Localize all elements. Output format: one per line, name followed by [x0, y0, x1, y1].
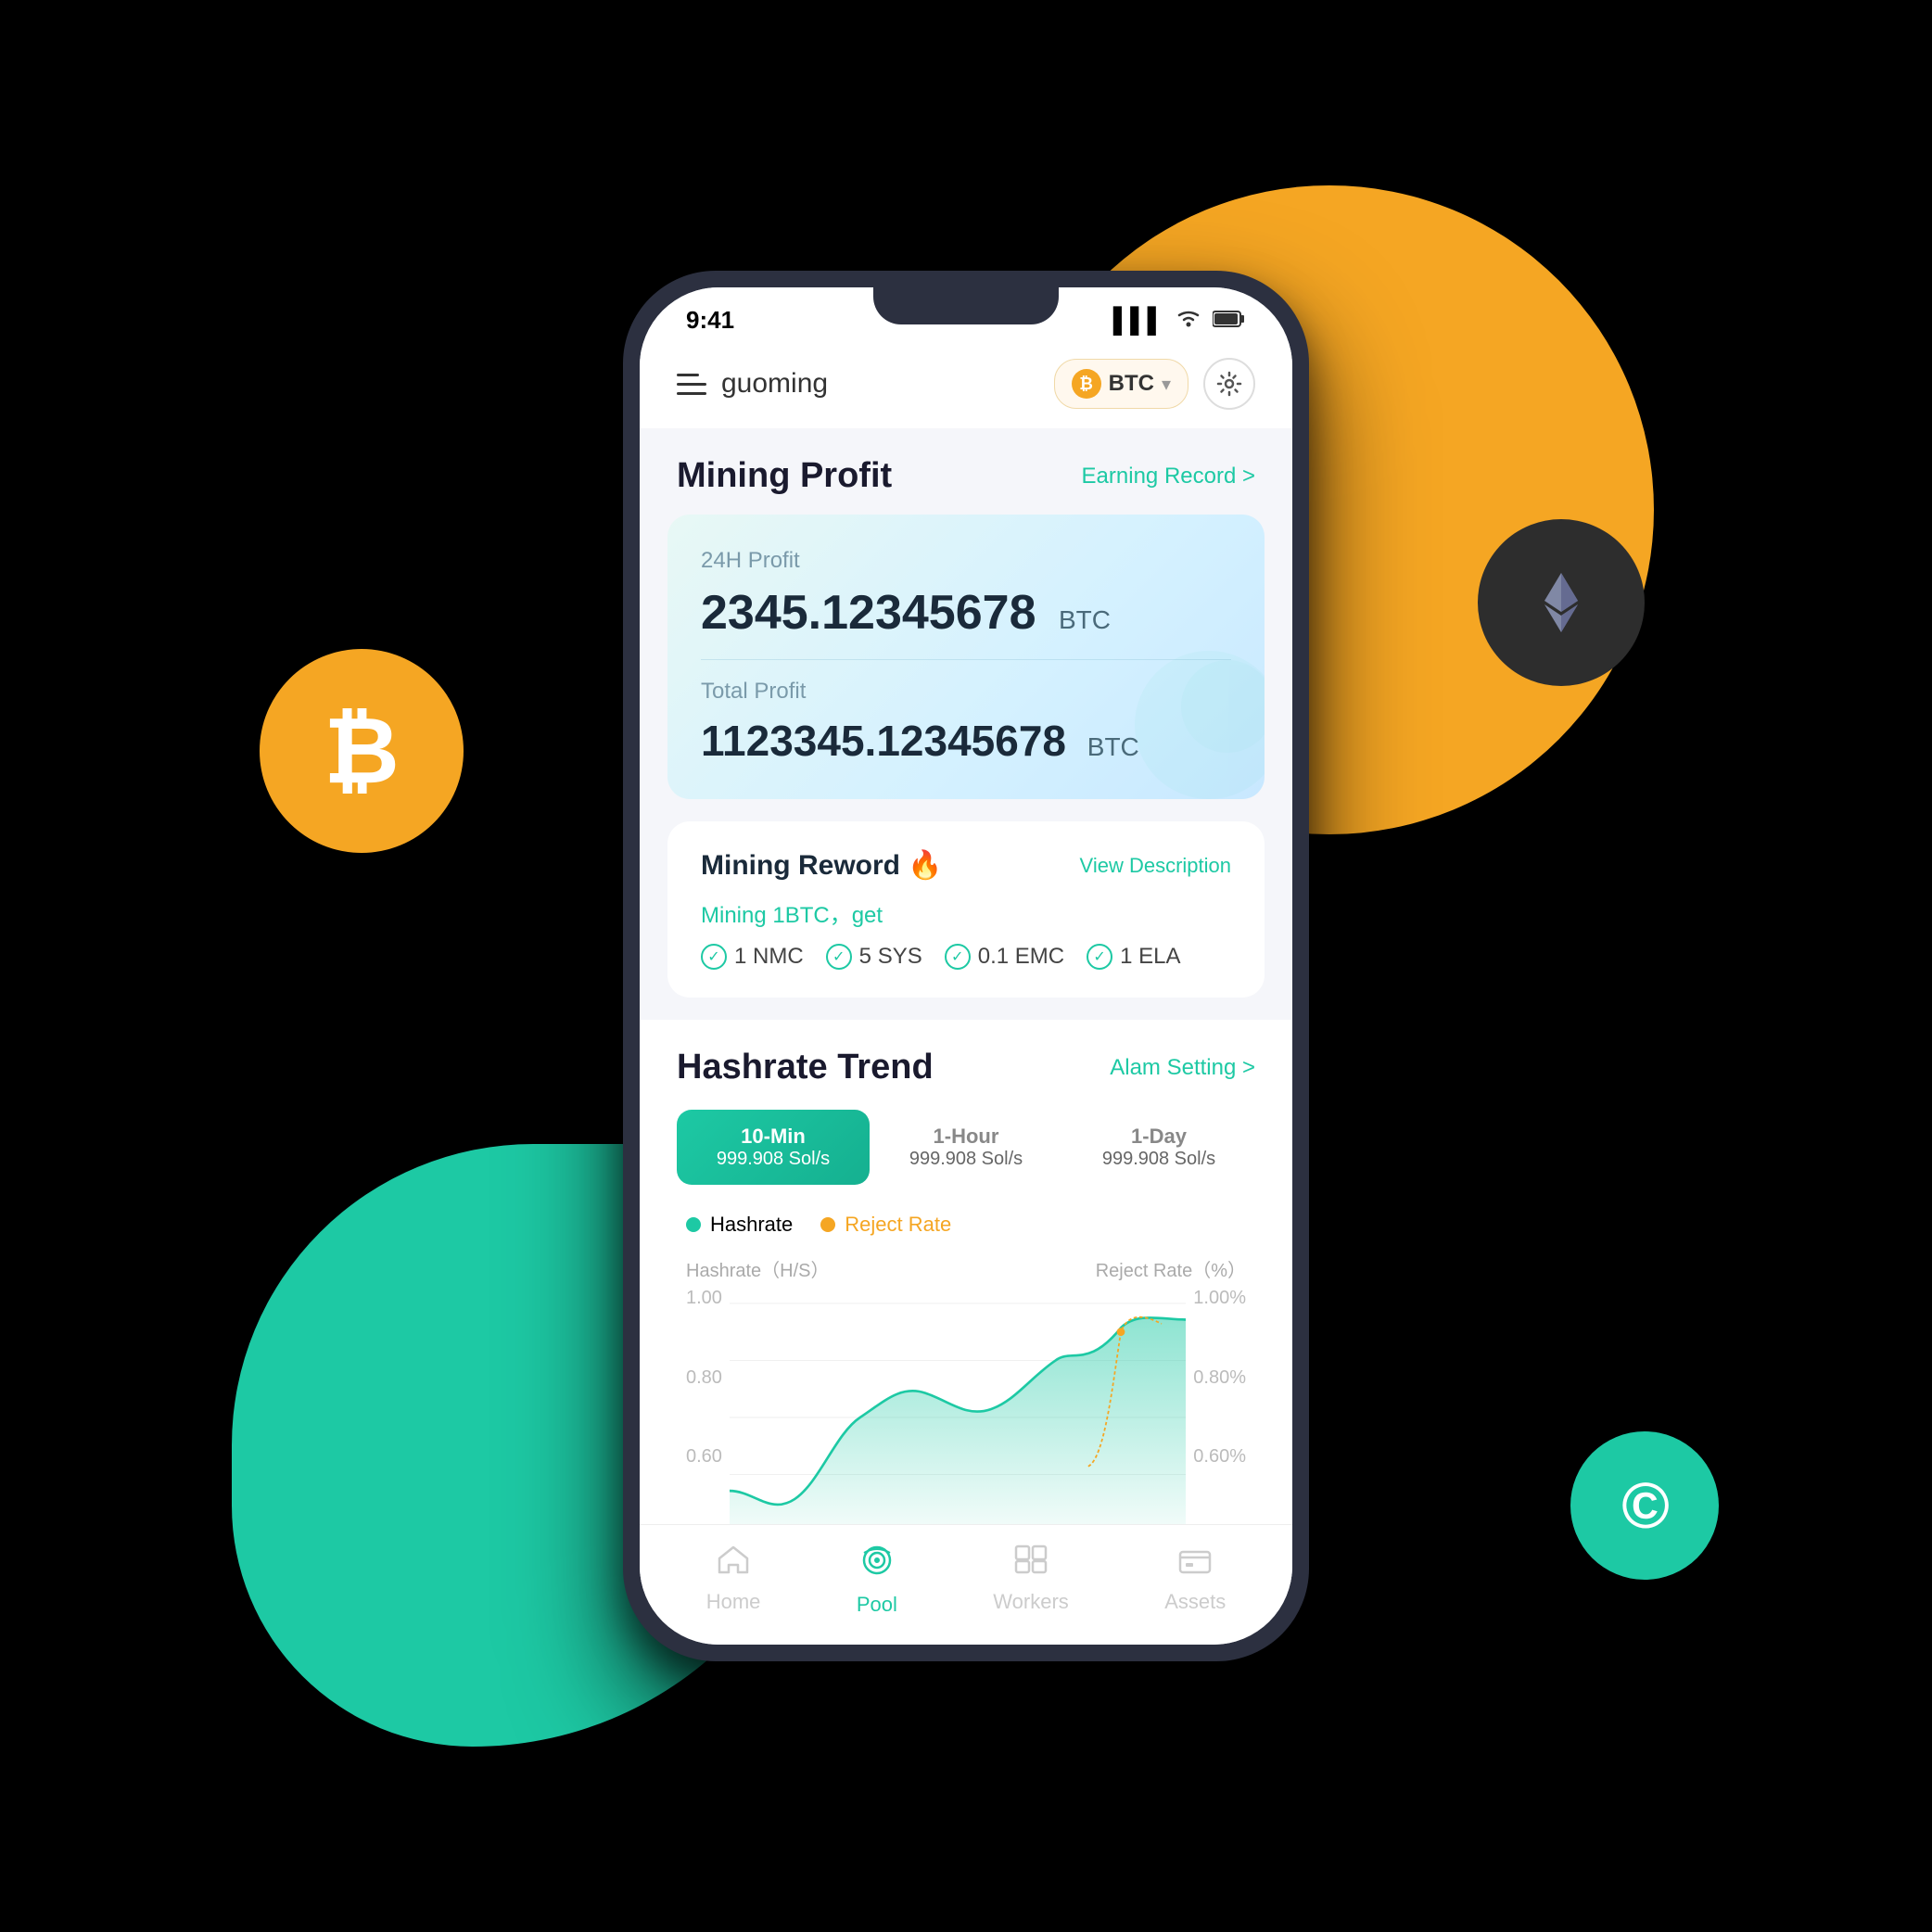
reward-items: ✓ 1 NMC ✓ 5 SYS ✓ 0.1 EMC ✓: [701, 944, 1231, 970]
hashrate-title: Hashrate Trend: [677, 1048, 934, 1087]
hashrate-header: Hashrate Trend Alam Setting >: [677, 1048, 1255, 1087]
btc-circle-decoration: ₿: [260, 649, 464, 853]
hashrate-chart: [730, 1288, 1186, 1547]
app-header: guoming ₿ BTC ▾: [640, 344, 1292, 428]
tab-1hour[interactable]: 1-Hour 999.908 Sol/s: [870, 1110, 1062, 1185]
signal-icon: ▌▌▌: [1113, 306, 1164, 335]
reject-rate-dot: [820, 1217, 835, 1232]
nav-pool[interactable]: Pool: [857, 1544, 897, 1617]
alarm-setting-link[interactable]: Alam Setting >: [1110, 1055, 1255, 1081]
eth-circle-decoration: [1478, 519, 1645, 686]
mining-profit-title: Mining Profit: [677, 456, 892, 496]
chart-legend: Hashrate Reject Rate: [677, 1213, 1255, 1237]
time-tabs: 10-Min 999.908 Sol/s 1-Hour 999.908 Sol/…: [677, 1110, 1255, 1185]
reject-rate-legend-label: Reject Rate: [845, 1213, 951, 1237]
check-ela-icon: ✓: [1087, 944, 1112, 970]
chart-container: Hashrate（H/S） Reject Rate（%） 1.00 0.80 0…: [677, 1255, 1255, 1552]
assets-icon: [1178, 1544, 1212, 1582]
y-axis-right: 1.00% 0.80% 0.60% 0.40%: [1186, 1288, 1246, 1547]
wifi-icon: [1176, 306, 1201, 335]
workers-icon: [1014, 1544, 1048, 1582]
header-left: guoming: [677, 368, 828, 400]
btc-badge-icon: ₿: [1072, 369, 1101, 399]
mining-reward-section: Mining Reword 🔥 View Description Mining …: [667, 821, 1265, 998]
check-emc-icon: ✓: [945, 944, 971, 970]
reward-item-ela: ✓ 1 ELA: [1087, 944, 1180, 970]
phone-screen: 9:41 ▌▌▌: [640, 287, 1292, 1645]
btc-label: BTC: [1109, 371, 1154, 397]
tab-1day[interactable]: 1-Day 999.908 Sol/s: [1062, 1110, 1255, 1185]
chart-right-axis-title: Reject Rate（%）: [1096, 1255, 1246, 1282]
settings-button[interactable]: [1203, 358, 1255, 410]
reward-item-emc: ✓ 0.1 EMC: [945, 944, 1064, 970]
chart-row: 1.00 0.80 0.60 0.40: [686, 1288, 1246, 1552]
bottom-navigation: Home Pool: [640, 1524, 1292, 1645]
legend-hashrate: Hashrate: [686, 1213, 793, 1237]
btc-chevron-icon: ▾: [1162, 373, 1171, 396]
tab-10min[interactable]: 10-Min 999.908 Sol/s: [677, 1110, 870, 1185]
nav-assets[interactable]: Assets: [1164, 1544, 1226, 1617]
profit-card-decoration: [1098, 632, 1265, 799]
check-sys-icon: ✓: [826, 944, 852, 970]
check-nmc-icon: ✓: [701, 944, 727, 970]
legend-reject-rate: Reject Rate: [820, 1213, 951, 1237]
reward-emc-label: 0.1 EMC: [978, 944, 1064, 970]
nav-workers-label: Workers: [993, 1590, 1069, 1614]
home-icon: [717, 1544, 750, 1582]
reward-subtitle: Mining 1BTC，get: [701, 896, 1231, 929]
pool-icon: [858, 1544, 896, 1585]
profit-card: 24H Profit 2345.12345678 BTC Total Profi…: [667, 515, 1265, 799]
earning-record-link[interactable]: Earning Record >: [1082, 464, 1255, 489]
view-description-link[interactable]: View Description: [1080, 854, 1231, 878]
hashrate-section: Hashrate Trend Alam Setting > 10-Min 999…: [640, 1020, 1292, 1570]
status-icons: ▌▌▌: [1113, 306, 1246, 335]
phone-wrapper: 9:41 ▌▌▌: [623, 271, 1309, 1661]
btc-selector[interactable]: ₿ BTC ▾: [1054, 359, 1188, 409]
header-right: ₿ BTC ▾: [1054, 358, 1255, 410]
reward-ela-label: 1 ELA: [1120, 944, 1180, 970]
nav-pool-label: Pool: [857, 1593, 897, 1617]
nav-assets-label: Assets: [1164, 1590, 1226, 1614]
reward-item-nmc: ✓ 1 NMC: [701, 944, 804, 970]
chart-left-axis-title: Hashrate（H/S）: [686, 1255, 830, 1282]
reward-nmc-label: 1 NMC: [734, 944, 804, 970]
notch: [873, 287, 1059, 324]
nav-home[interactable]: Home: [706, 1544, 761, 1617]
scrollable-content[interactable]: Mining Profit Earning Record > 24H Profi…: [640, 428, 1292, 1609]
battery-icon: [1213, 306, 1246, 335]
y-axis-left: 1.00 0.80 0.60 0.40: [686, 1288, 730, 1547]
username-label: guoming: [721, 368, 828, 400]
phone-outer: 9:41 ▌▌▌: [623, 271, 1309, 1661]
reward-item-sys: ✓ 5 SYS: [826, 944, 922, 970]
hamburger-menu-icon[interactable]: [677, 374, 706, 395]
nav-workers[interactable]: Workers: [993, 1544, 1069, 1617]
chart-main: [730, 1288, 1186, 1552]
eth-icon: [1524, 566, 1598, 640]
green-c-circle-decoration: ©: [1570, 1431, 1719, 1580]
profit-24h-label: 24H Profit: [701, 548, 1231, 574]
hashrate-legend-label: Hashrate: [710, 1213, 793, 1237]
status-time: 9:41: [686, 306, 734, 335]
mining-profit-section-header: Mining Profit Earning Record >: [640, 428, 1292, 515]
reward-header: Mining Reword 🔥 View Description: [701, 849, 1231, 882]
nav-home-label: Home: [706, 1590, 761, 1614]
reward-title: Mining Reword 🔥: [701, 849, 943, 882]
reward-sys-label: 5 SYS: [859, 944, 922, 970]
hashrate-dot: [686, 1217, 701, 1232]
